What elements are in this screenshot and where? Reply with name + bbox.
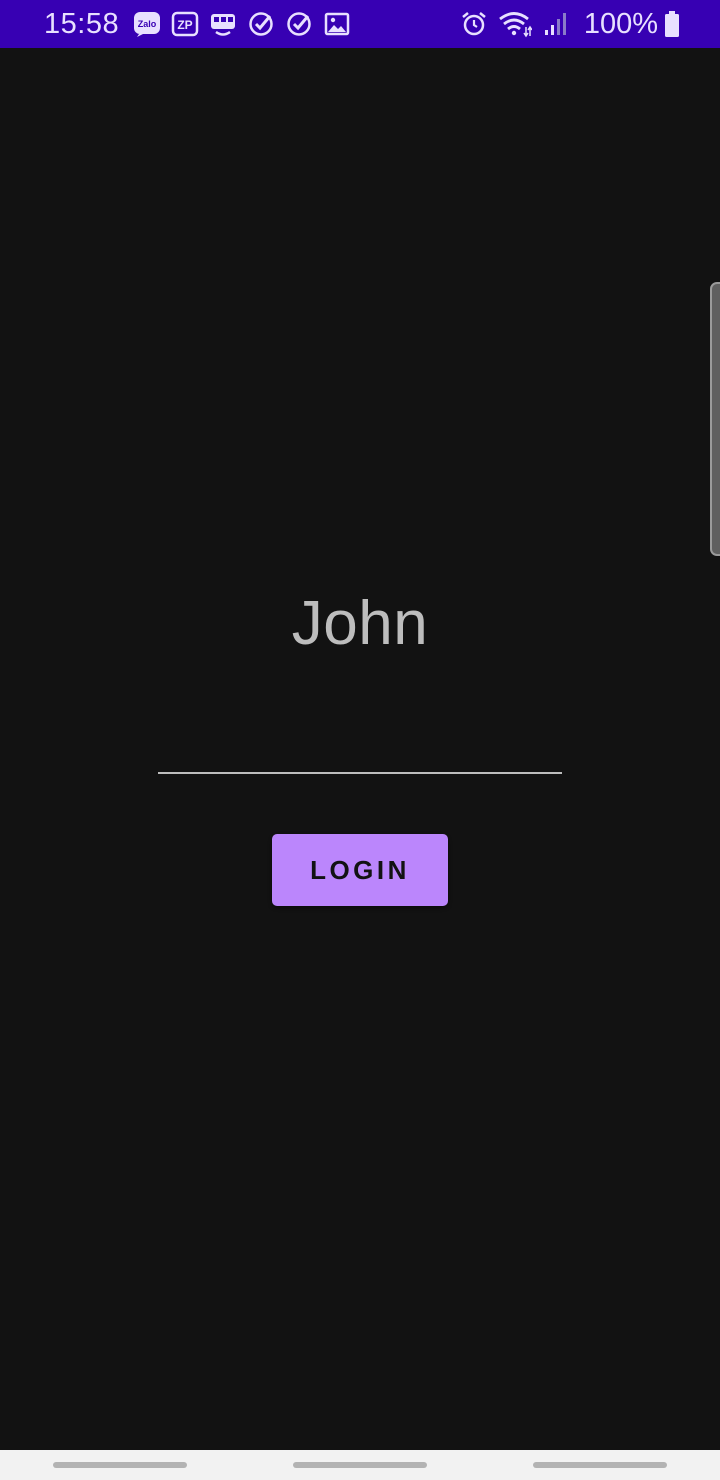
battery-icon: [664, 11, 680, 37]
navigation-bar: [0, 1450, 720, 1480]
status-bar-right: 100%: [460, 8, 680, 41]
status-bar: 15:58 Zalo ZP 100%: [0, 0, 720, 48]
zalo-icon: Zalo: [133, 10, 161, 38]
edge-panel-handle[interactable]: [710, 282, 720, 556]
bus-icon: [209, 10, 237, 38]
gallery-icon: [323, 10, 351, 38]
wifi-icon: [498, 10, 532, 38]
signal-icon: [542, 10, 570, 38]
recent-apps-gesture[interactable]: [53, 1462, 187, 1468]
status-bar-left: 15:58 Zalo ZP: [44, 8, 361, 41]
battery-percentage: 100%: [583, 7, 658, 40]
zalopay-icon: ZP: [171, 10, 199, 38]
check-circle-icon: [285, 10, 313, 38]
check-circle-icon: [247, 10, 275, 38]
status-clock: 15:58: [44, 7, 120, 40]
zalopay-icon-text: ZP: [177, 18, 192, 32]
zalo-icon-text: Zalo: [138, 19, 157, 29]
app-screen: 15:58 Zalo ZP 100% John LOGIN: [0, 0, 720, 1480]
name-input[interactable]: [158, 700, 562, 774]
login-button[interactable]: LOGIN: [272, 834, 448, 906]
home-gesture[interactable]: [293, 1462, 427, 1468]
greeting-name: John: [291, 589, 429, 658]
alarm-icon: [460, 10, 488, 38]
back-gesture[interactable]: [533, 1462, 667, 1468]
